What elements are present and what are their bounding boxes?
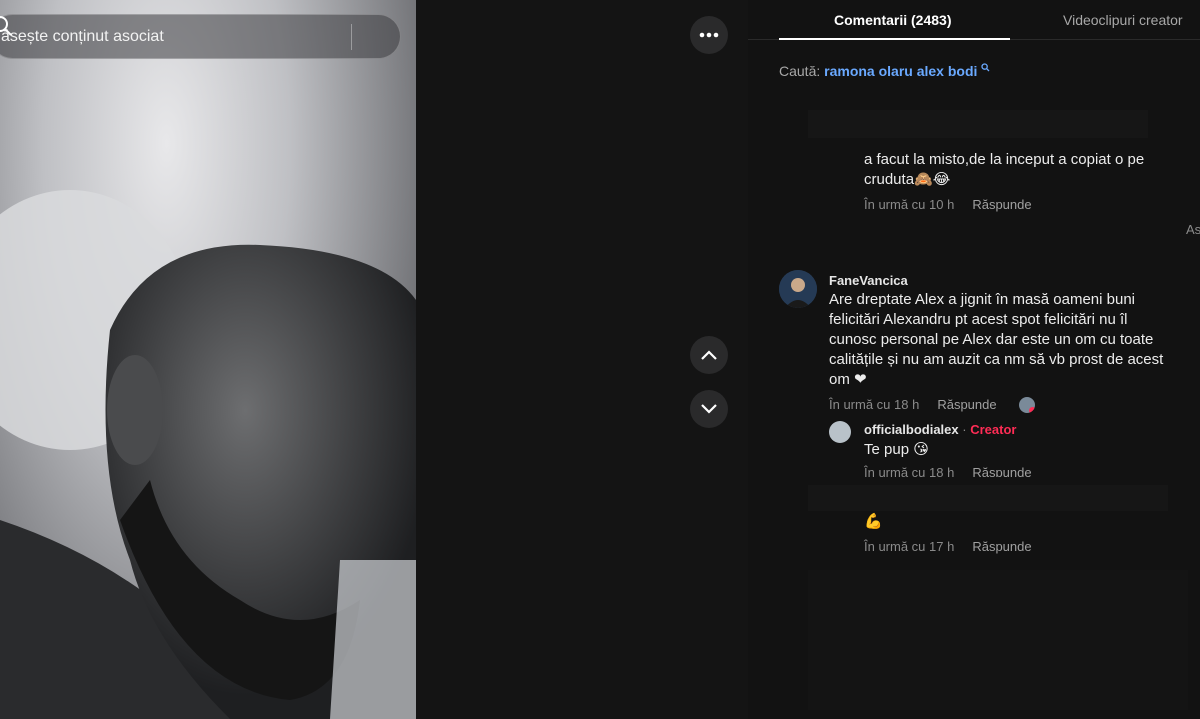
heart-badge-icon <box>1029 407 1035 413</box>
creator-badge: Creator <box>970 422 1017 437</box>
next-video-button[interactable] <box>690 390 728 428</box>
small-search-icon <box>981 63 990 72</box>
previous-video-button[interactable] <box>690 336 728 374</box>
comment-search-suggestion[interactable]: Caută: ramona olaru alex bodi <box>779 63 990 79</box>
avatar[interactable] <box>779 270 817 308</box>
comment-line: Are dreptate Alex a jignit în masă oamen… <box>829 291 1136 308</box>
reply-username[interactable]: officialbodialex <box>864 422 959 437</box>
comment-line: a facut la misto,de la inceput a copiat … <box>864 151 1145 168</box>
creator-avatar[interactable] <box>829 421 851 443</box>
video-player[interactable]: ăsește conținut asociat <box>0 0 416 719</box>
active-tab-indicator <box>779 38 1010 40</box>
chevron-down-icon <box>701 404 717 414</box>
reply-time: În urmă cu 18 h <box>864 465 955 477</box>
comment-line: calitățile și nu am auzit ca nm să vb pr… <box>829 351 1164 368</box>
video-controls-column <box>416 0 748 719</box>
faded-region <box>808 570 1188 710</box>
faded-region <box>808 485 1168 511</box>
search-label: Caută: <box>779 63 821 79</box>
separator-dot: · <box>962 422 967 437</box>
reply-text: 💪 <box>864 513 883 530</box>
reply-time: În urmă cu 17 h <box>864 539 955 554</box>
tab-comments[interactable]: Comentarii (2483) <box>834 12 951 28</box>
reply-button[interactable]: Răspunde <box>972 539 1031 554</box>
chevron-up-icon <box>701 350 717 360</box>
reply-header: officialbodialex · Creator <box>864 422 1016 437</box>
more-options-button[interactable] <box>690 16 728 54</box>
comments-panel: Comentarii (2483) Videoclipuri creator C… <box>748 0 1200 719</box>
comment-line: om ❤ <box>829 371 867 388</box>
creator-liked-avatar <box>1019 397 1035 413</box>
reply-button[interactable]: Răspunde <box>972 465 1031 477</box>
comment-text: Are dreptate Alex a jignit în masă oamen… <box>829 290 1163 390</box>
comment-line: cruduta🙈😂 <box>864 171 951 188</box>
video-frame <box>0 190 416 719</box>
comment-text: a facut la misto,de la inceput a copiat … <box>864 150 1144 190</box>
reply-button[interactable]: Răspunde <box>972 197 1031 212</box>
related-content-search[interactable]: ăsește conținut asociat <box>0 14 401 59</box>
search-divider <box>351 23 352 50</box>
edge-text: As <box>1186 222 1200 237</box>
reply-meta: În urmă cu 18 h Răspunde <box>864 465 1032 477</box>
reply-text: Te pup 😘 <box>864 441 929 458</box>
comment-meta: În urmă cu 18 h Răspunde <box>829 397 997 412</box>
search-placeholder: ăsește conținut asociat <box>1 27 164 45</box>
more-dots-icon <box>699 32 719 38</box>
search-query-link[interactable]: ramona olaru alex bodi <box>824 63 977 79</box>
tab-creator-videos[interactable]: Videoclipuri creator <box>1063 12 1183 28</box>
comment-time: În urmă cu 10 h <box>864 197 955 212</box>
faded-region <box>808 110 1148 138</box>
comment-time: În urmă cu 18 h <box>829 397 920 412</box>
reply-button[interactable]: Răspunde <box>937 397 996 412</box>
reply-meta: În urmă cu 17 h Răspunde <box>864 539 1032 554</box>
comment-meta: În urmă cu 10 h Răspunde <box>864 197 1032 212</box>
comment-line: cunosc personal pe Alex dar este un om c… <box>829 331 1154 348</box>
panel-tabs: Comentarii (2483) Videoclipuri creator <box>748 0 1200 40</box>
comment-username[interactable]: FaneVancica <box>829 273 908 288</box>
comment-line: felicitări Alexandru pt acest spot felic… <box>829 311 1128 328</box>
